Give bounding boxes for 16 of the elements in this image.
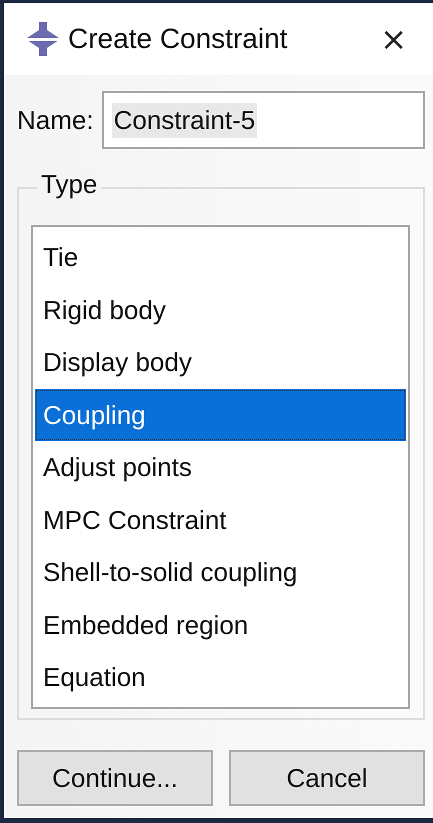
list-item[interactable]: Adjust points (35, 441, 406, 494)
name-label: Name: (17, 104, 94, 136)
list-item[interactable]: Tie (35, 231, 406, 284)
list-item[interactable]: Embedded region (35, 598, 406, 651)
name-field[interactable]: Constraint-5 (102, 91, 425, 149)
list-item[interactable]: Display body (35, 336, 406, 388)
list-item[interactable]: Shell-to-solid coupling (35, 546, 406, 598)
app-icon (24, 20, 62, 58)
list-item[interactable]: MPC Constraint (35, 494, 406, 546)
window-title: Create Constraint (68, 23, 288, 55)
list-item[interactable]: Equation (35, 651, 406, 704)
cancel-button[interactable]: Cancel (229, 750, 425, 806)
close-button[interactable]: × (374, 20, 413, 58)
list-item[interactable]: Coupling (35, 388, 406, 441)
continue-button[interactable]: Continue... (17, 750, 213, 806)
list-item[interactable]: Rigid body (35, 284, 406, 336)
